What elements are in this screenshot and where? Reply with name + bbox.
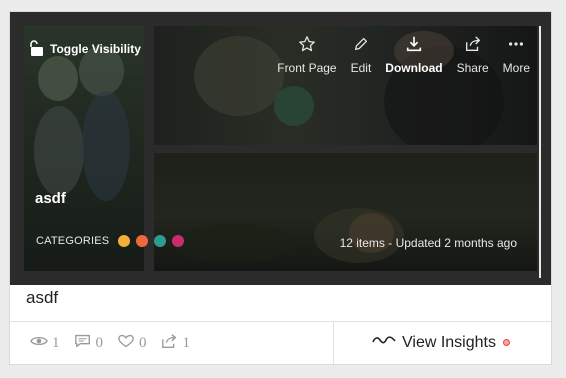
share-button[interactable]: Share — [450, 35, 496, 75]
share-icon — [464, 35, 482, 61]
shares-stat[interactable]: 1 — [161, 333, 191, 354]
front-page-button[interactable]: Front Page — [270, 35, 343, 75]
cover-collection-title: asdf — [35, 190, 66, 207]
more-button[interactable]: More — [496, 35, 537, 75]
likes-count: 0 — [139, 335, 147, 351]
views-stat: 1 — [30, 333, 60, 354]
heart-icon — [117, 333, 135, 354]
card-divider — [10, 321, 551, 322]
notification-dot — [502, 339, 510, 346]
download-label: Download — [385, 61, 443, 75]
views-count: 1 — [52, 335, 60, 351]
collection-name[interactable]: asdf — [26, 288, 58, 308]
category-dots — [118, 235, 185, 247]
comments-stat[interactable]: 0 — [74, 333, 104, 354]
star-icon — [298, 35, 316, 61]
eye-icon — [30, 333, 48, 354]
cover-photo-bottom — [154, 153, 537, 271]
categories: CATEGORIES — [36, 235, 185, 247]
category-dot[interactable] — [118, 235, 131, 247]
edit-button[interactable]: Edit — [344, 35, 379, 75]
more-icon — [507, 35, 525, 61]
category-dot[interactable] — [136, 235, 149, 247]
view-insights-label: View Insights — [402, 333, 496, 351]
view-insights-button[interactable]: View Insights — [372, 333, 510, 352]
insights-wave-icon — [372, 333, 396, 352]
toggle-visibility-button[interactable]: Toggle Visibility — [30, 39, 141, 59]
share-icon — [161, 333, 179, 354]
category-dot[interactable] — [154, 235, 167, 247]
share-label: Share — [456, 61, 489, 75]
likes-stat[interactable]: 0 — [117, 333, 147, 354]
edit-label: Edit — [350, 61, 372, 75]
collection-card[interactable]: Toggle Visibility Front Page Edit Downlo… — [10, 12, 551, 364]
category-dot[interactable] — [172, 235, 185, 247]
comment-icon — [74, 333, 92, 354]
stats-bar: 1 0 0 1 — [30, 333, 190, 354]
pencil-icon — [352, 35, 370, 61]
shares-count: 1 — [182, 335, 191, 351]
toggle-visibility-label: Toggle Visibility — [50, 42, 141, 56]
collection-cover[interactable]: Toggle Visibility Front Page Edit Downlo… — [10, 12, 551, 285]
download-button[interactable]: Download — [378, 35, 449, 75]
front-page-label: Front Page — [277, 61, 337, 75]
more-label: More — [502, 61, 530, 75]
stats-separator — [333, 322, 334, 364]
cover-actions: Front Page Edit Download Share More — [270, 35, 537, 75]
unlock-icon — [30, 39, 44, 59]
download-icon — [405, 35, 423, 61]
cover-right-divider — [539, 26, 541, 278]
comments-count: 0 — [95, 335, 104, 351]
items-updated-text: 12 items - Updated 2 months ago — [339, 236, 517, 250]
categories-label: CATEGORIES — [36, 235, 110, 247]
